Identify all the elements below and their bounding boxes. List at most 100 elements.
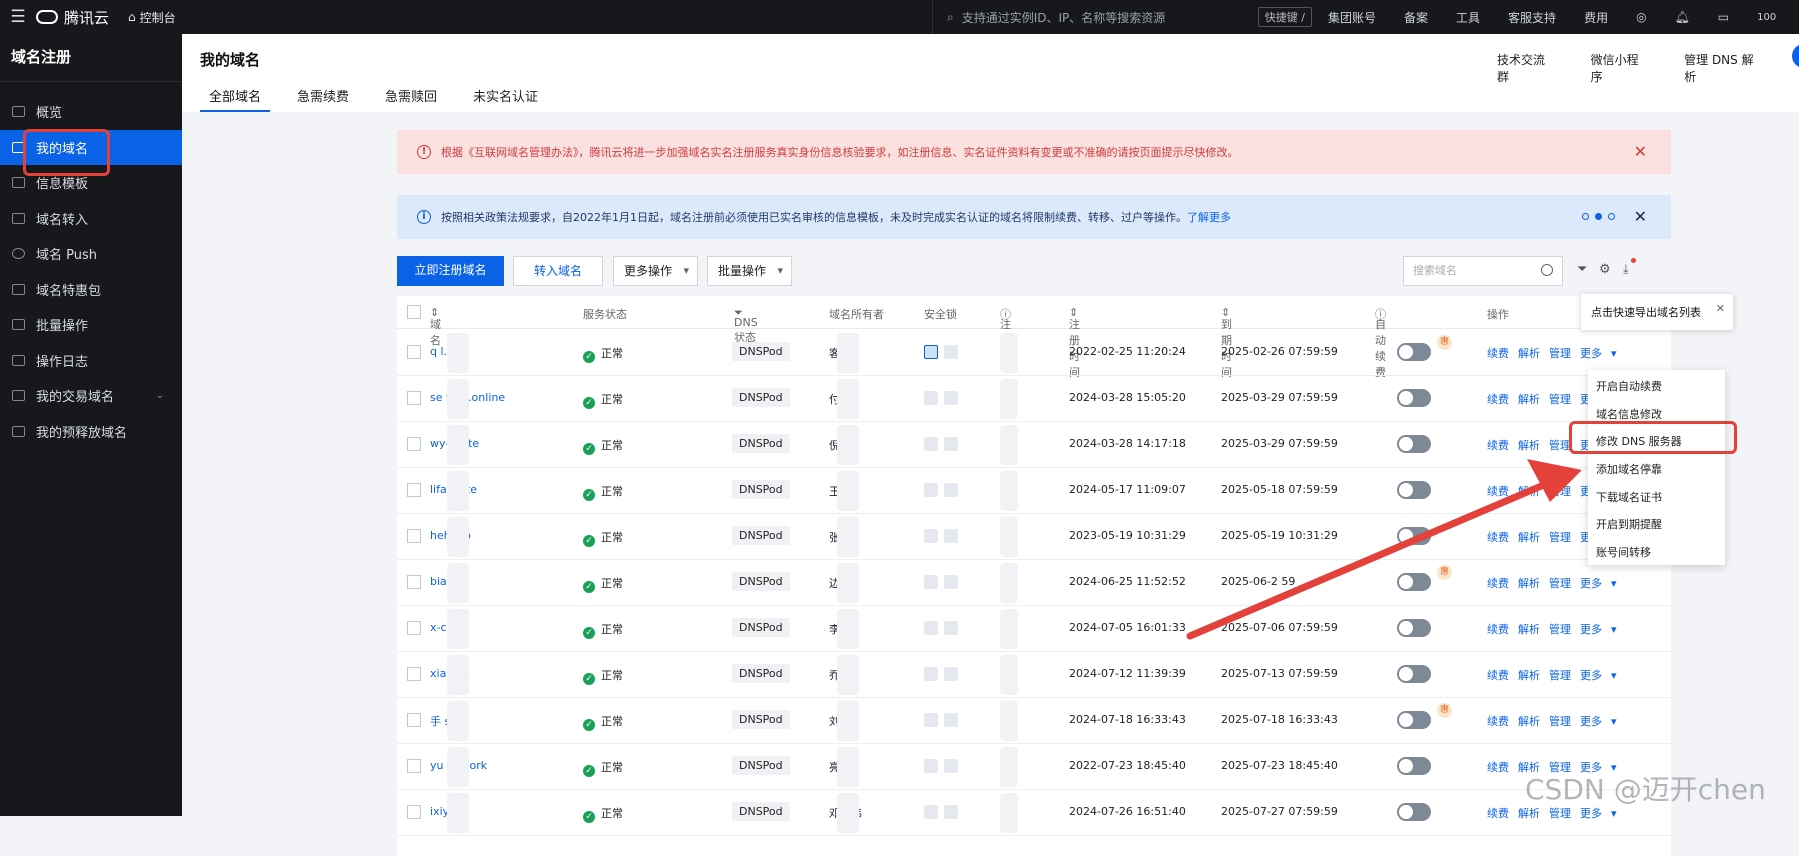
auto-renew-toggle[interactable] [1397, 389, 1431, 407]
manage-link[interactable]: 管理 [1549, 485, 1571, 498]
gear-icon[interactable]: ⚙ [1599, 262, 1611, 277]
auto-renew-toggle[interactable] [1397, 573, 1431, 591]
refresh-icon[interactable] [944, 529, 958, 543]
renew-link[interactable]: 续费 [1487, 807, 1509, 820]
sidebar-item-trade[interactable]: 我的交易域名 ⌄ [0, 378, 182, 414]
refresh-icon[interactable] [944, 391, 958, 405]
refresh-icon[interactable] [944, 575, 958, 589]
resolve-link[interactable]: 解析 [1518, 669, 1540, 682]
menu-item-expiry-reminder[interactable]: 开启到期提醒 [1588, 512, 1725, 540]
batch-ops-dropdown[interactable]: 批量操作 [707, 256, 792, 286]
domain-search-input[interactable]: 搜索域名 [1403, 256, 1563, 286]
auto-renew-toggle[interactable] [1397, 619, 1431, 637]
manage-link[interactable]: 管理 [1549, 623, 1571, 636]
resolve-link[interactable]: 解析 [1518, 623, 1540, 636]
resolve-link[interactable]: 解析 [1518, 393, 1540, 406]
register-domain-button[interactable]: 立即注册域名 [397, 256, 504, 286]
top-link-tools[interactable]: 工具 [1456, 9, 1480, 26]
resolve-link[interactable]: 解析 [1518, 485, 1540, 498]
global-search[interactable]: ⌕ 支持通过实例ID、IP、名称等搜索资源 快捷键 / [932, 0, 1322, 34]
top-link-group-account[interactable]: 集团账号 [1328, 9, 1376, 26]
row-checkbox[interactable] [407, 529, 421, 543]
more-link[interactable]: 更多▾ [1580, 347, 1617, 360]
chevron-down-icon[interactable]: ⌄ [156, 390, 164, 401]
renew-link[interactable]: 续费 [1487, 623, 1509, 636]
renew-link[interactable]: 续费 [1487, 485, 1509, 498]
lock-icon[interactable] [924, 805, 938, 819]
hamburger-menu-icon[interactable]: ☰ [0, 7, 36, 27]
sidebar-item-transfer-in[interactable]: 域名转入 [0, 201, 182, 237]
auto-renew-toggle[interactable] [1397, 665, 1431, 683]
ticket-icon[interactable]: ▭ [1718, 10, 1729, 24]
resolve-link[interactable]: 解析 [1518, 807, 1540, 820]
menu-item-download-cert[interactable]: 下载域名证书 [1588, 485, 1725, 513]
account-id[interactable]: 100 [1757, 12, 1776, 23]
auto-renew-toggle[interactable] [1397, 757, 1431, 775]
renew-link[interactable]: 续费 [1487, 669, 1509, 682]
top-link-filing[interactable]: 备案 [1404, 9, 1428, 26]
col-domain[interactable]: 域名 ⇕ [430, 306, 441, 347]
row-checkbox[interactable] [407, 483, 421, 497]
row-checkbox[interactable] [407, 713, 421, 727]
row-checkbox[interactable] [407, 345, 421, 359]
renew-link[interactable]: 续费 [1487, 531, 1509, 544]
close-icon[interactable]: ✕ [1716, 302, 1725, 315]
renew-link[interactable]: 续费 [1487, 577, 1509, 590]
renew-link[interactable]: 续费 [1487, 347, 1509, 360]
lock-icon[interactable] [924, 437, 938, 451]
renew-link[interactable]: 续费 [1487, 393, 1509, 406]
auto-renew-toggle[interactable] [1397, 527, 1431, 545]
manage-link[interactable]: 管理 [1549, 531, 1571, 544]
lock-icon[interactable] [924, 759, 938, 773]
refresh-icon[interactable] [944, 713, 958, 727]
renew-link[interactable]: 续费 [1487, 715, 1509, 728]
refresh-icon[interactable] [944, 483, 958, 497]
auto-renew-toggle[interactable] [1397, 481, 1431, 499]
close-icon[interactable]: ✕ [1634, 207, 1647, 226]
auto-renew-toggle[interactable] [1397, 343, 1431, 361]
row-checkbox[interactable] [407, 621, 421, 635]
sidebar-item-logs[interactable]: 操作日志 [0, 343, 182, 379]
refresh-icon[interactable] [944, 667, 958, 681]
header-link-mini-program[interactable]: 微信小程序 [1591, 51, 1651, 85]
resolve-link[interactable]: 解析 [1518, 715, 1540, 728]
more-link[interactable]: 更多▾ [1580, 577, 1617, 590]
close-icon[interactable]: ✕ [1634, 142, 1647, 161]
row-checkbox[interactable] [407, 575, 421, 589]
row-checkbox[interactable] [407, 667, 421, 681]
row-checkbox[interactable] [407, 759, 421, 773]
col-reg-time[interactable]: 注册时间 ⇕ [1069, 306, 1080, 379]
sidebar-item-overview[interactable]: 概览 [0, 94, 182, 130]
resolve-link[interactable]: 解析 [1518, 439, 1540, 452]
download-icon[interactable]: ⤓ [1623, 262, 1629, 277]
more-link[interactable]: 更多▾ [1580, 623, 1617, 636]
refresh-icon[interactable] [944, 345, 958, 359]
lock-icon[interactable] [924, 345, 938, 359]
sidebar-item-push[interactable]: 域名 Push [0, 236, 182, 272]
more-link[interactable]: 更多▾ [1580, 715, 1617, 728]
tab-redeem-urgent[interactable]: 急需赎回 [376, 86, 446, 112]
tab-renew-urgent[interactable]: 急需续费 [288, 86, 358, 112]
more-link[interactable]: 更多▾ [1580, 669, 1617, 682]
help-icon[interactable]: ◎ [1636, 10, 1646, 24]
lock-icon[interactable] [924, 529, 938, 543]
menu-item-auto-renew[interactable]: 开启自动续费 [1588, 374, 1725, 402]
console-link[interactable]: ⌂ 控制台 [128, 9, 248, 26]
lock-icon[interactable] [924, 575, 938, 589]
more-ops-dropdown[interactable]: 更多操作 [613, 256, 698, 286]
renew-link[interactable]: 续费 [1487, 761, 1509, 774]
auto-renew-toggle[interactable] [1397, 435, 1431, 453]
header-link-dns[interactable]: 管理 DNS 解析 [1684, 51, 1765, 85]
resolve-link[interactable]: 解析 [1518, 531, 1540, 544]
col-exp-time[interactable]: 到期时间 ⇕ [1221, 306, 1232, 379]
tab-unverified[interactable]: 未实名认证 [464, 86, 547, 112]
lock-icon[interactable] [924, 713, 938, 727]
manage-link[interactable]: 管理 [1549, 715, 1571, 728]
sidebar-item-package[interactable]: 域名特惠包 [0, 272, 182, 308]
auto-renew-toggle[interactable] [1397, 803, 1431, 821]
top-link-billing[interactable]: 费用 [1584, 9, 1608, 26]
renew-link[interactable]: 续费 [1487, 439, 1509, 452]
top-link-support[interactable]: 客服支持 [1508, 9, 1556, 26]
refresh-icon[interactable] [944, 437, 958, 451]
row-checkbox[interactable] [407, 437, 421, 451]
